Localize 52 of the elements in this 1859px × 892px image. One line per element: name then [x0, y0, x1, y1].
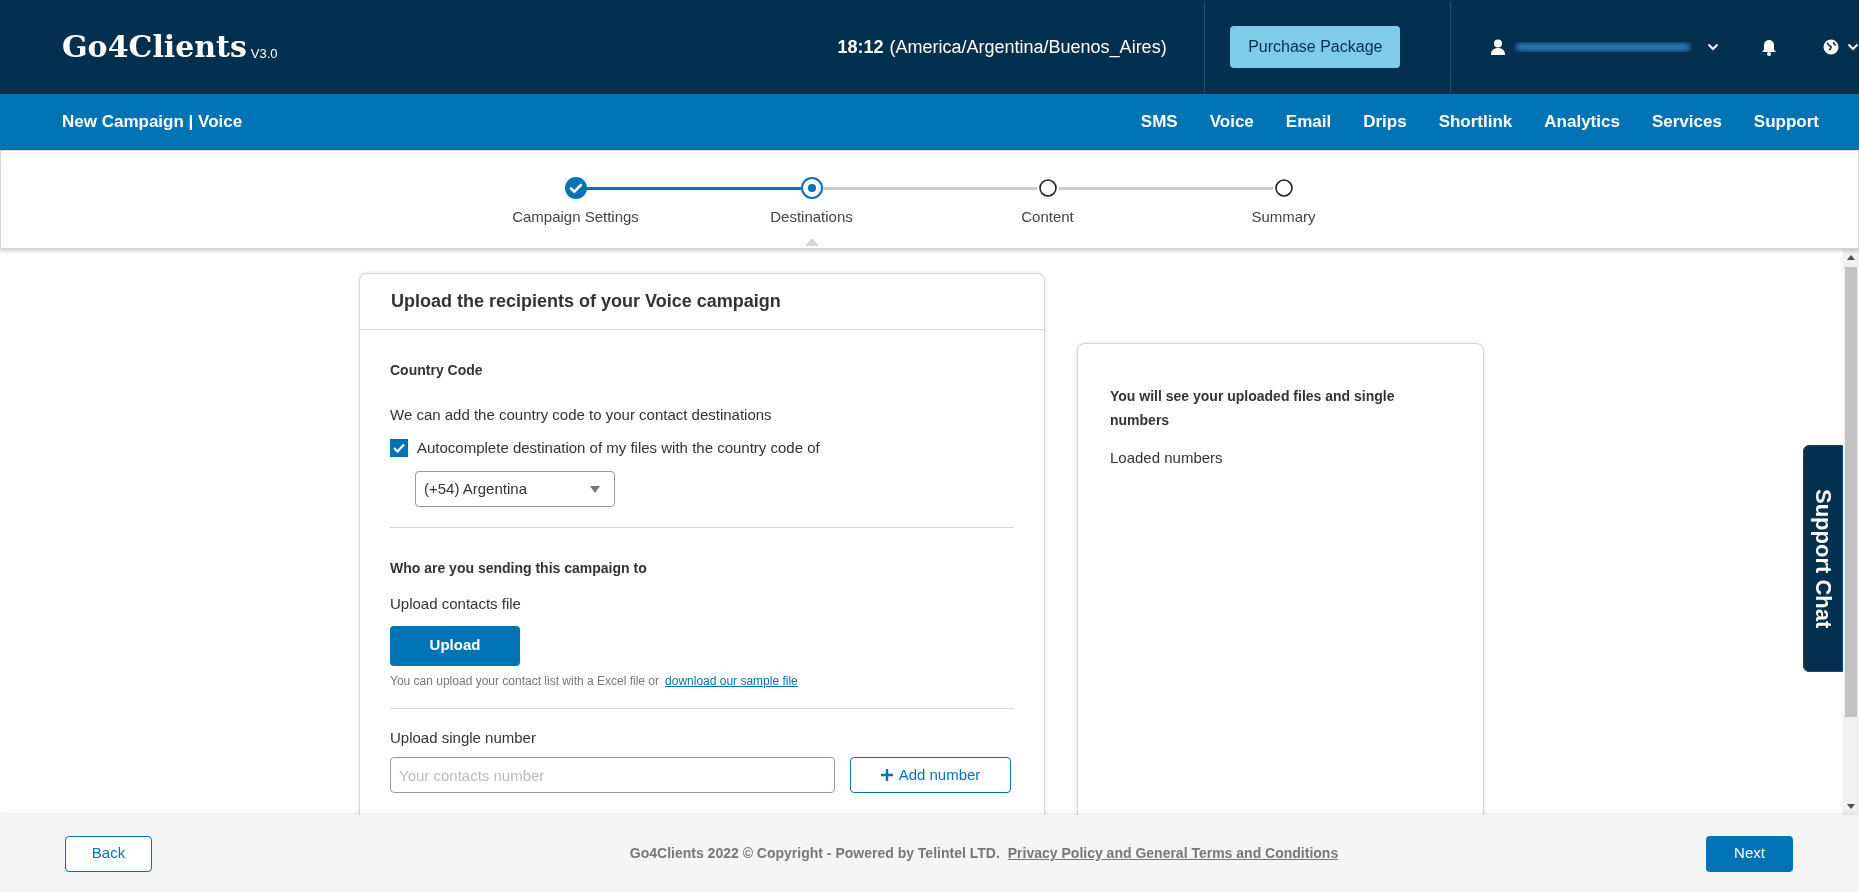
plus-icon	[880, 769, 893, 781]
scroll-down-arrow-icon[interactable]	[1847, 804, 1855, 809]
nav-link[interactable]: SMS	[1140, 109, 1178, 135]
step-label: Summary	[1251, 207, 1316, 227]
upload-button[interactable]: Upload	[390, 625, 520, 666]
scroll-up-arrow-icon[interactable]	[1847, 255, 1855, 260]
scrollbar-thumb[interactable]	[1845, 267, 1857, 717]
version-label: V3.0	[250, 47, 278, 60]
bell-icon[interactable]	[1761, 38, 1777, 56]
vertical-scrollbar[interactable]	[1843, 249, 1859, 815]
section-heading: Who are you sending this campaign to	[390, 559, 648, 578]
clock-time: 18:12	[837, 35, 884, 59]
timezone-label: (America/Argentina/Buenos_Aires)	[889, 35, 1167, 60]
description-text: We can add the country code to your contact destinations	[390, 405, 773, 425]
step-label: Content	[1021, 207, 1074, 227]
field-label: Upload contacts file	[390, 594, 522, 614]
page-title: New Campaign | Voice	[62, 111, 243, 134]
nav-link[interactable]: Services	[1651, 109, 1722, 135]
back-button[interactable]: Back	[65, 835, 152, 872]
section-heading: Country Code	[390, 361, 484, 380]
field-label: Upload single number	[390, 727, 537, 748]
add-number-button[interactable]: Add number	[850, 757, 1011, 793]
nav-link[interactable]: Support	[1753, 109, 1819, 135]
nav-link[interactable]: Voice	[1209, 109, 1254, 135]
copyright-text: Go4Clients 2022 © Copyright - Powered by Telintel LTD.	[629, 844, 1000, 863]
nav-link[interactable]: Analytics	[1544, 109, 1620, 135]
loaded-numbers-label: Loaded numbers	[1110, 448, 1224, 468]
card-title: Upload the recipients of your Voice campaign	[391, 290, 781, 313]
autocomplete-checkbox[interactable]	[390, 438, 408, 457]
logo[interactable]: Go4Clients	[62, 32, 247, 62]
user-icon[interactable]	[1491, 39, 1505, 55]
privacy-terms-link[interactable]: Privacy Policy and General Terms and Conditions	[1007, 843, 1339, 864]
checkbox-label: Autocomplete destination of my files with the country code of	[417, 437, 820, 458]
current-step-pointer-icon	[804, 237, 819, 246]
nav-link[interactable]: Drips	[1363, 109, 1407, 135]
check-icon	[393, 442, 405, 453]
step-label: Destinations	[770, 207, 853, 227]
purchase-package-button[interactable]: Purchase Package	[1230, 26, 1401, 68]
globe-icon[interactable]	[1823, 39, 1839, 55]
step-label: Campaign Settings	[512, 207, 639, 227]
contact-number-input[interactable]: Your contacts number	[390, 757, 835, 793]
nav-link[interactable]: Email	[1285, 109, 1332, 135]
hint-text: You can upload your contact list with a Excel file or	[390, 672, 660, 690]
chevron-down-icon[interactable]	[1707, 43, 1719, 51]
download-sample-link[interactable]: download our sample file	[665, 671, 798, 690]
country-code-dropdown[interactable]: (+54) Argentina	[415, 471, 615, 507]
dropdown-caret-icon	[590, 485, 600, 493]
chevron-down-icon[interactable]	[1847, 43, 1859, 51]
next-button[interactable]: Next	[1706, 835, 1793, 872]
support-chat-tab[interactable]: Support Chat	[1803, 445, 1843, 672]
card-heading: You will see your uploaded files and single numbers	[1110, 387, 1396, 430]
nav-link[interactable]: Shortlink	[1438, 109, 1513, 135]
